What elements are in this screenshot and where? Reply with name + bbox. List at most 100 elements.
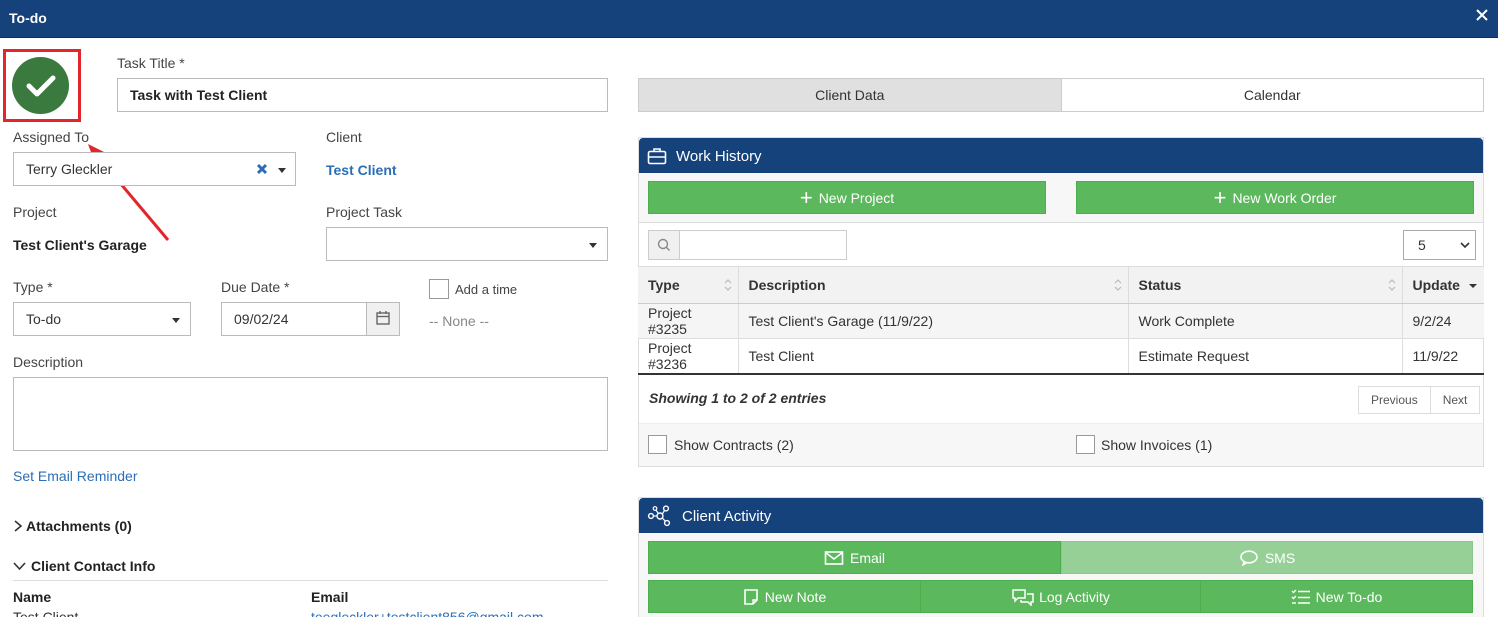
divider: [13, 580, 608, 581]
table-cell: 9/2/24: [1402, 303, 1484, 339]
tab-client-data[interactable]: Client Data: [639, 79, 1062, 111]
project-task-label: Project Task: [326, 204, 402, 220]
client-contact-toggle[interactable]: Client Contact Info: [13, 558, 155, 574]
client-link[interactable]: Test Client: [326, 162, 397, 178]
new-note-button[interactable]: New Note: [648, 580, 921, 613]
window-titlebar: To-do: [0, 0, 1498, 38]
table-cell: Estimate Request: [1128, 338, 1403, 375]
table-cell: Test Client: [738, 338, 1129, 375]
chevron-down-icon: [13, 562, 26, 571]
add-time-label: Add a time: [455, 282, 518, 297]
due-date-label: Due Date *: [221, 279, 290, 295]
add-time-checkbox[interactable]: [429, 279, 449, 299]
log-activity-button[interactable]: Log Activity: [920, 580, 1201, 613]
task-title-label: Task Title *: [117, 55, 185, 71]
new-work-order-button[interactable]: + New Work Order: [1076, 181, 1474, 214]
task-title-input[interactable]: Task with Test Client: [117, 78, 608, 112]
next-page-button[interactable]: Next: [1431, 387, 1480, 413]
sms-label: SMS: [1264, 549, 1296, 566]
assigned-to-value: Terry Gleckler: [26, 161, 113, 177]
table-cell: Project #3235: [638, 303, 739, 339]
clear-icon[interactable]: [256, 163, 268, 175]
attachments-label: Attachments (0): [26, 518, 132, 534]
contact-email-header: Email: [311, 589, 349, 605]
comments-icon: [1012, 588, 1034, 606]
column-header-description[interactable]: Description: [738, 266, 1129, 304]
column-label: Description: [748, 277, 826, 293]
sort-icon: [1388, 279, 1395, 291]
table-header-row: Type Description Status Update: [638, 266, 1484, 304]
chevron-right-icon: [14, 520, 23, 532]
attachments-toggle[interactable]: Attachments (0): [13, 518, 132, 534]
contact-name-value: Test Client: [13, 609, 79, 617]
column-header-update[interactable]: Update: [1402, 266, 1484, 304]
network-icon: [647, 505, 671, 527]
page-size-select[interactable]: 5: [1403, 230, 1476, 260]
description-label: Description: [13, 354, 84, 370]
table-cell: Test Client's Garage (11/9/22): [738, 303, 1129, 339]
project-task-select[interactable]: [326, 227, 608, 261]
page-size-value: 5: [1418, 237, 1426, 253]
column-header-type[interactable]: Type: [638, 266, 739, 304]
new-note-label: New Note: [764, 588, 827, 605]
chevron-down-icon: [172, 318, 180, 323]
sms-icon: [1240, 549, 1258, 566]
new-todo-button[interactable]: New To-do: [1200, 580, 1473, 613]
sort-desc-icon: [1469, 284, 1477, 288]
client-activity-title: Client Activity: [682, 507, 772, 525]
set-email-reminder-link[interactable]: Set Email Reminder: [13, 468, 138, 484]
new-project-button[interactable]: + New Project: [648, 181, 1046, 214]
chevron-down-icon: [278, 168, 286, 173]
tasks-icon: [1291, 589, 1310, 604]
work-history-search-input[interactable]: [679, 230, 847, 260]
type-select[interactable]: To-do: [13, 302, 191, 336]
new-todo-label: New To-do: [1315, 588, 1383, 605]
close-icon[interactable]: [1475, 8, 1489, 22]
new-project-label: New Project: [818, 189, 895, 206]
calendar-button[interactable]: [366, 302, 400, 336]
contact-name-header: Name: [13, 589, 52, 605]
chevron-down-icon: [1460, 242, 1470, 249]
type-value: To-do: [26, 311, 62, 327]
project-value: Test Client's Garage: [13, 237, 147, 253]
client-activity-header: Client Activity: [639, 498, 1483, 534]
work-history-title: Work History: [676, 147, 762, 165]
contact-email-link[interactable]: teegleckler+testclient856@gmail.com: [311, 609, 544, 617]
table-cell: 11/9/22: [1402, 338, 1484, 375]
previous-page-button[interactable]: Previous: [1359, 387, 1431, 413]
search-icon: [657, 238, 670, 251]
table-row[interactable]: Project #3236 Test Client Estimate Reque…: [638, 338, 1484, 375]
assigned-to-label: Assigned To: [13, 129, 90, 145]
pagination: Previous Next: [1358, 386, 1481, 414]
column-label: Status: [1138, 277, 1182, 293]
sort-icon: [1114, 279, 1121, 291]
time-value: -- None --: [429, 313, 489, 329]
assigned-to-select[interactable]: Terry Gleckler: [13, 152, 296, 186]
briefcase-icon: [647, 148, 667, 165]
due-date-input[interactable]: 09/02/24: [221, 302, 367, 336]
email-button[interactable]: Email: [648, 541, 1061, 574]
new-work-order-label: New Work Order: [1232, 189, 1337, 206]
sms-button[interactable]: SMS: [1061, 541, 1473, 574]
checkmark-icon: [26, 75, 56, 97]
plus-icon: +: [799, 184, 813, 210]
client-label: Client: [326, 129, 362, 145]
show-invoices-checkbox[interactable]: [1076, 435, 1095, 454]
type-label: Type *: [13, 279, 53, 295]
window-title: To-do: [9, 10, 47, 26]
table-cell: Project #3236: [638, 338, 739, 375]
description-textarea[interactable]: [13, 377, 608, 451]
calendar-icon: [376, 311, 390, 325]
table-row[interactable]: Project #3235 Test Client's Garage (11/9…: [638, 303, 1484, 339]
project-label: Project: [13, 204, 57, 220]
tab-calendar[interactable]: Calendar: [1062, 79, 1484, 111]
work-history-table: Type Description Status Update Project #…: [638, 266, 1484, 375]
table-info-text: Showing 1 to 2 of 2 entries: [649, 390, 827, 406]
work-history-header: Work History: [639, 138, 1483, 174]
search-addon: [648, 230, 680, 260]
show-contracts-checkbox[interactable]: [648, 435, 667, 454]
complete-toggle-button[interactable]: [12, 57, 69, 114]
log-activity-label: Log Activity: [1039, 588, 1110, 605]
email-label: Email: [849, 549, 885, 566]
column-header-status[interactable]: Status: [1128, 266, 1403, 304]
